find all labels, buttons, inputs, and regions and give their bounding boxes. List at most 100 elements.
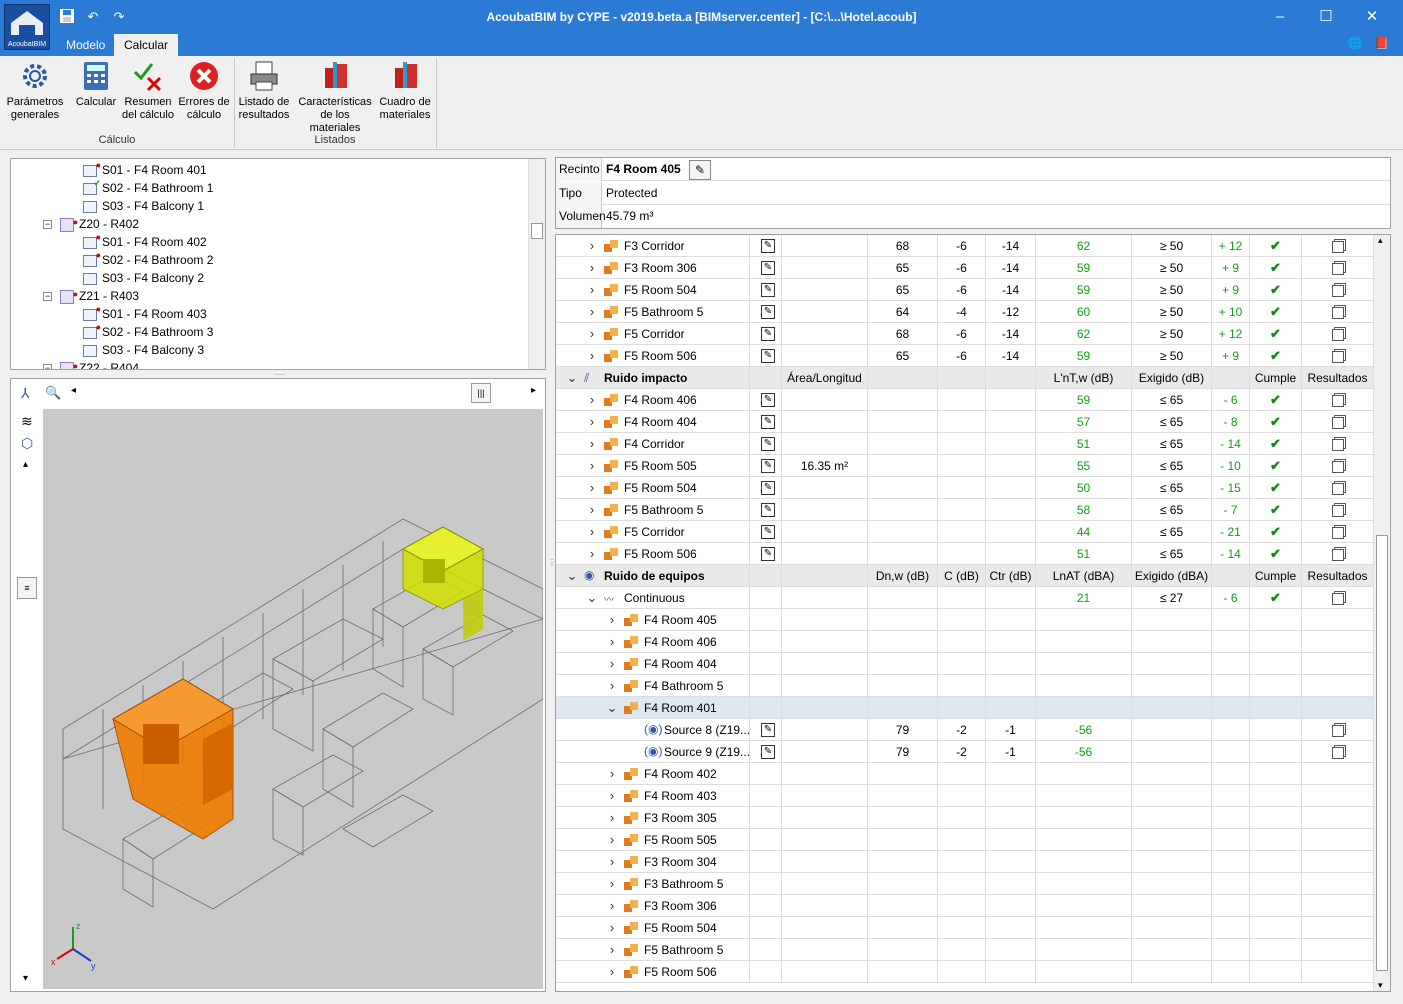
expand-icon[interactable]: › xyxy=(586,499,598,521)
expand-icon[interactable]: › xyxy=(586,521,598,543)
expand-icon[interactable]: › xyxy=(606,873,618,895)
results-doc-icon[interactable] xyxy=(1302,257,1374,279)
expand-icon[interactable]: › xyxy=(586,279,598,301)
results-doc-icon[interactable] xyxy=(1302,433,1374,455)
app-logo[interactable]: AcoubatBIM xyxy=(4,4,50,50)
airborne-row[interactable]: › F5 Room 504 ✎ 65 -6 -14 59 ≥ 50 + 9 ✔ xyxy=(556,279,1374,301)
caracteristicas-materiales-button[interactable]: Características de los materiales xyxy=(294,60,376,135)
edit-icon[interactable]: ✎ xyxy=(761,349,775,363)
tree-item[interactable]: ● S02 - F4 Bathroom 2 xyxy=(83,250,213,269)
expand-icon[interactable]: › xyxy=(606,807,618,829)
equipment-room-row[interactable]: › F3 Bathroom 5 xyxy=(556,873,1374,895)
results-doc-icon[interactable] xyxy=(1302,499,1374,521)
edit-icon[interactable]: ✎ xyxy=(761,305,775,319)
expand-icon[interactable]: › xyxy=(586,455,598,477)
results-doc-icon[interactable] xyxy=(1302,587,1374,609)
book-icon[interactable]: 📕 xyxy=(1374,36,1389,50)
axes-icon[interactable]: ⅄ xyxy=(21,385,30,402)
results-doc-icon[interactable] xyxy=(1302,741,1374,763)
edit-icon[interactable]: ✎ xyxy=(761,239,775,253)
edit-icon[interactable]: ✎ xyxy=(761,437,775,451)
equipment-room-row[interactable]: › F5 Room 506 xyxy=(556,961,1374,983)
impact-row[interactable]: › F5 Bathroom 5 ✎ 58 ≤ 65- 7 ✔ xyxy=(556,499,1374,521)
expand-icon[interactable]: › xyxy=(586,433,598,455)
zoom-icon[interactable]: 🔍 xyxy=(45,385,61,401)
tree-item[interactable]: − ● Z21 - R403 xyxy=(43,287,139,305)
tree-item[interactable]: − ● Z22 - R404 xyxy=(43,359,139,369)
globe-icon[interactable]: 🌐 xyxy=(1348,36,1363,50)
3d-viewport[interactable]: z x y xyxy=(43,409,543,989)
airborne-row[interactable]: › F5 Room 506 ✎ 65 -6 -14 59 ≥ 50 + 9 ✔ xyxy=(556,345,1374,367)
source-row[interactable]: (◉) Source 8 (Z19... ✎ 79 -2 -1 -56 xyxy=(556,719,1374,741)
expand-icon[interactable]: › xyxy=(586,301,598,323)
collapse-icon[interactable]: − xyxy=(43,220,52,230)
expand-icon[interactable]: › xyxy=(606,829,618,851)
cube-icon[interactable]: ⬡ xyxy=(21,435,33,452)
results-doc-icon[interactable] xyxy=(1302,477,1374,499)
edit-icon[interactable]: ✎ xyxy=(761,393,775,407)
tree-item[interactable]: ● S01 - F4 Room 401 xyxy=(83,160,207,179)
results-doc-icon[interactable] xyxy=(1302,543,1374,565)
expand-icon[interactable]: › xyxy=(586,411,598,433)
expand-icon[interactable]: › xyxy=(606,917,618,939)
horizontal-scroll-thumb[interactable]: ||| xyxy=(471,383,491,403)
equipment-room-row[interactable]: › F3 Room 306 xyxy=(556,895,1374,917)
edit-icon[interactable]: ✎ xyxy=(761,525,775,539)
tree-item[interactable]: ✔ S02 - F4 Bathroom 1 xyxy=(83,178,213,197)
edit-icon[interactable]: ✎ xyxy=(761,503,775,517)
vertical-scroll-thumb[interactable]: ≡ xyxy=(17,577,37,599)
tree-item[interactable]: S03 - F4 Balcony 2 xyxy=(83,269,204,287)
grid-scrollbar[interactable]: ▴ ▾ xyxy=(1373,235,1390,991)
expand-icon[interactable]: › xyxy=(606,785,618,807)
results-doc-icon[interactable] xyxy=(1302,345,1374,367)
edit-icon[interactable]: ✎ xyxy=(761,481,775,495)
scroll-right-icon[interactable]: ▸ xyxy=(531,385,536,396)
tab-calcular[interactable]: Calcular xyxy=(114,34,179,56)
expand-icon[interactable]: › xyxy=(606,653,618,675)
expand-icon[interactable]: › xyxy=(586,257,598,279)
equipment-room-row[interactable]: › F5 Bathroom 5 xyxy=(556,939,1374,961)
results-doc-icon[interactable] xyxy=(1302,521,1374,543)
results-doc-icon[interactable] xyxy=(1302,301,1374,323)
layers-icon[interactable]: ≋ xyxy=(21,413,33,430)
expand-icon[interactable]: › xyxy=(606,939,618,961)
maximize-button[interactable]: ☐ xyxy=(1303,0,1349,34)
collapse-icon[interactable]: − xyxy=(43,364,52,369)
impact-row[interactable]: › F5 Room 506 ✎ 51 ≤ 65- 14 ✔ xyxy=(556,543,1374,565)
expand-icon[interactable]: › xyxy=(606,895,618,917)
airborne-row[interactable]: › F3 Room 306 ✎ 65 -6 -14 59 ≥ 50 + 9 ✔ xyxy=(556,257,1374,279)
edit-icon[interactable]: ✎ xyxy=(761,723,775,737)
equipment-room-row[interactable]: › F5 Room 504 xyxy=(556,917,1374,939)
scroll-up-icon[interactable]: ▴ xyxy=(23,459,28,470)
resumen-calculo-button[interactable]: Resumen del cálculo xyxy=(120,60,176,122)
scroll-left-icon[interactable]: ◂ xyxy=(71,385,76,396)
edit-icon[interactable]: ✎ xyxy=(761,261,775,275)
vertical-splitter-handle[interactable]: ⋮ xyxy=(548,559,556,590)
impact-row[interactable]: › F4 Room 406 ✎ 59 ≤ 65- 6 ✔ xyxy=(556,389,1374,411)
equipment-room-row[interactable]: › F4 Room 405 xyxy=(556,609,1374,631)
cuadro-materiales-button[interactable]: Cuadro de materiales xyxy=(376,60,434,122)
close-button[interactable]: ✕ xyxy=(1349,0,1395,34)
collapse-icon[interactable]: ⌄ xyxy=(566,565,578,587)
results-doc-icon[interactable] xyxy=(1302,235,1374,257)
impact-row[interactable]: › F4 Corridor ✎ 51 ≤ 65- 14 ✔ xyxy=(556,433,1374,455)
expand-icon[interactable]: › xyxy=(586,477,598,499)
impact-row[interactable]: › F4 Room 404 ✎ 57 ≤ 65- 8 ✔ xyxy=(556,411,1374,433)
results-doc-icon[interactable] xyxy=(1302,323,1374,345)
edit-icon[interactable]: ✎ xyxy=(761,283,775,297)
tree-item[interactable]: − ● Z20 - R402 xyxy=(43,215,139,233)
splitter-handle[interactable]: ···· xyxy=(270,370,290,379)
tree-item[interactable]: S03 - F4 Balcony 3 xyxy=(83,341,204,359)
edit-icon[interactable]: ✎ xyxy=(761,745,775,759)
results-doc-icon[interactable] xyxy=(1302,719,1374,741)
expand-icon[interactable]: › xyxy=(586,235,598,257)
expand-icon[interactable]: › xyxy=(586,323,598,345)
tree-item[interactable]: S03 - F4 Balcony 1 xyxy=(83,197,204,215)
expand-icon[interactable]: › xyxy=(586,345,598,367)
expand-icon[interactable]: › xyxy=(606,851,618,873)
expand-icon[interactable]: › xyxy=(606,609,618,631)
source-row[interactable]: (◉) Source 9 (Z19... ✎ 79 -2 -1 -56 xyxy=(556,741,1374,763)
equipment-room-row[interactable]: › F5 Room 505 xyxy=(556,829,1374,851)
equipment-room-row[interactable]: › F4 Room 406 xyxy=(556,631,1374,653)
expand-icon[interactable]: › xyxy=(606,763,618,785)
